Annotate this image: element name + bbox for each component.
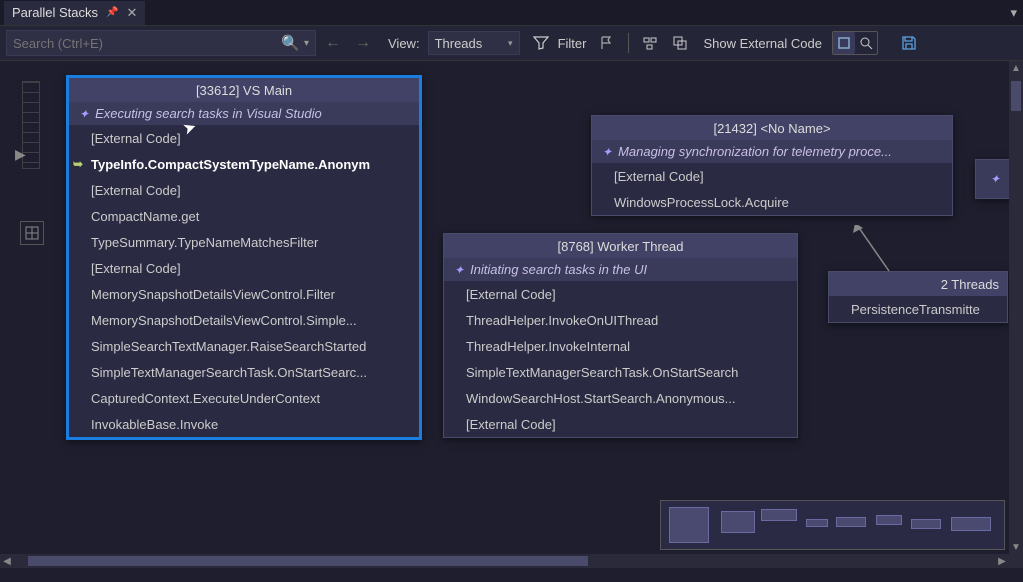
thread-box-no-name[interactable]: [21432] <No Name> ✦ Managing synchroniza…: [591, 115, 953, 216]
stack-frame-row[interactable]: InvokableBase.Invoke: [69, 411, 419, 437]
close-icon[interactable]: ✕: [126, 5, 137, 21]
search-icon[interactable]: 🔍: [281, 34, 300, 52]
vertical-scrollbar[interactable]: ▲ ▼: [1009, 61, 1023, 554]
stack-frame-row[interactable]: [External Code]: [69, 255, 419, 281]
zoom-search-icon[interactable]: [855, 32, 877, 54]
filter-label: Filter: [558, 36, 587, 51]
search-dropdown-icon[interactable]: ▾: [300, 38, 309, 49]
save-icon[interactable]: [896, 30, 922, 56]
thread-subtitle: ✦ Executing search tasks in Visual Studi…: [69, 102, 419, 125]
tab-title: Parallel Stacks: [12, 5, 98, 20]
scroll-thumb[interactable]: [1011, 81, 1021, 111]
scroll-left-icon[interactable]: ◀: [0, 554, 14, 568]
stack-frame-row[interactable]: [External Code]: [444, 411, 797, 437]
scroll-up-icon[interactable]: ▲: [1009, 61, 1023, 75]
search-input[interactable]: [13, 36, 281, 51]
stack-frame-row[interactable]: [External Code]: [69, 177, 419, 203]
pin-icon[interactable]: 📌: [106, 7, 118, 18]
stack-frame-row[interactable]: TypeSummary.TypeNameMatchesFilter: [69, 229, 419, 255]
tab-parallel-stacks[interactable]: Parallel Stacks 📌 ✕: [4, 1, 145, 25]
filter-icon[interactable]: [528, 30, 554, 56]
toggle-method-view-icon[interactable]: [637, 30, 663, 56]
stacks-canvas[interactable]: ▶ [33612] VS Main ✦ Executing search tas…: [0, 61, 1023, 568]
stack-frame-row[interactable]: MemorySnapshotDetailsViewControl.Filter: [69, 281, 419, 307]
stack-frame-row[interactable]: PersistenceTransmitte: [829, 296, 1007, 322]
chevron-down-icon: ▾: [508, 38, 513, 49]
thread-header: [33612] VS Main: [69, 78, 419, 102]
tab-bar: Parallel Stacks 📌 ✕ ▾: [0, 0, 1023, 26]
thread-box-two-threads[interactable]: 2 Threads PersistenceTransmitte: [828, 271, 1008, 323]
stack-frame-row[interactable]: [External Code]: [592, 163, 952, 189]
nav-forward-button[interactable]: →: [350, 30, 376, 56]
flag-icon[interactable]: [594, 30, 620, 56]
sparkle-icon: ✦: [990, 172, 1000, 186]
stack-frame-row[interactable]: ThreadHelper.InvokeOnUIThread: [444, 307, 797, 333]
current-frame-icon: ➥: [73, 157, 87, 171]
scroll-corner: [1009, 554, 1023, 568]
stack-frame-row[interactable]: SimpleSearchTextManager.RaiseSearchStart…: [69, 333, 419, 359]
scroll-down-icon[interactable]: ▼: [1009, 540, 1023, 554]
tab-dropdown-icon[interactable]: ▾: [1004, 5, 1023, 21]
stack-frame-row[interactable]: SimpleTextManagerSearchTask.OnStartSearc…: [444, 359, 797, 385]
view-select[interactable]: Threads ▾: [428, 31, 520, 55]
nav-back-button[interactable]: ←: [320, 30, 346, 56]
stack-frame-row[interactable]: ➥ TypeInfo.CompactSystemTypeName.Anonym: [69, 151, 419, 177]
sparkle-icon: ✦: [454, 263, 464, 277]
horizontal-scrollbar[interactable]: ◀ ▶: [0, 554, 1009, 568]
auto-scroll-icon[interactable]: [667, 30, 693, 56]
stack-frame-row[interactable]: CompactName.get: [69, 203, 419, 229]
zoom-ruler-caret[interactable]: ▶: [15, 146, 26, 163]
view-label: View:: [388, 36, 420, 51]
connector-line: [845, 225, 905, 275]
scroll-thumb[interactable]: [28, 556, 588, 566]
stack-frame-row[interactable]: CapturedContext.ExecuteUnderContext: [69, 385, 419, 411]
thread-box-vs-main[interactable]: [33612] VS Main ✦ Executing search tasks…: [66, 75, 422, 440]
thread-subtitle: ✦ Initiating search tasks in the UI: [444, 258, 797, 281]
thread-header: [21432] <No Name>: [592, 116, 952, 140]
thread-header: [8768] Worker Thread: [444, 234, 797, 258]
stack-frame-row[interactable]: [External Code]: [444, 281, 797, 307]
stack-frame-row[interactable]: WindowsProcessLock.Acquire: [592, 189, 952, 215]
sparkle-icon: ✦: [602, 145, 612, 159]
stack-frame-row[interactable]: MemorySnapshotDetailsViewControl.Simple.…: [69, 307, 419, 333]
stack-frame-row[interactable]: WindowSearchHost.StartSearch.Anonymous..…: [444, 385, 797, 411]
stack-frame-row[interactable]: SimpleTextManagerSearchTask.OnStartSearc…: [69, 359, 419, 385]
search-input-wrap[interactable]: 🔍 ▾: [6, 30, 316, 56]
toolbar: 🔍 ▾ ← → View: Threads ▾ Filter Show Exte…: [0, 26, 1023, 61]
sparkle-icon: ✦: [79, 107, 89, 121]
scroll-right-icon[interactable]: ▶: [995, 554, 1009, 568]
thread-header: 2 Threads: [829, 272, 1007, 296]
layout-button[interactable]: [20, 221, 44, 245]
stack-frame-row[interactable]: [External Code]: [69, 125, 419, 151]
zoom-tool-group: [832, 31, 878, 55]
thread-subtitle: ✦ Managing synchronization for telemetry…: [592, 140, 952, 163]
thread-box-worker[interactable]: [8768] Worker Thread ✦ Initiating search…: [443, 233, 798, 438]
show-external-code-button[interactable]: Show External Code: [697, 30, 828, 56]
view-select-value: Threads: [435, 36, 483, 51]
stack-frame-row[interactable]: ThreadHelper.InvokeInternal: [444, 333, 797, 359]
minimap[interactable]: [660, 500, 1005, 550]
zoom-box-icon[interactable]: [833, 32, 855, 54]
